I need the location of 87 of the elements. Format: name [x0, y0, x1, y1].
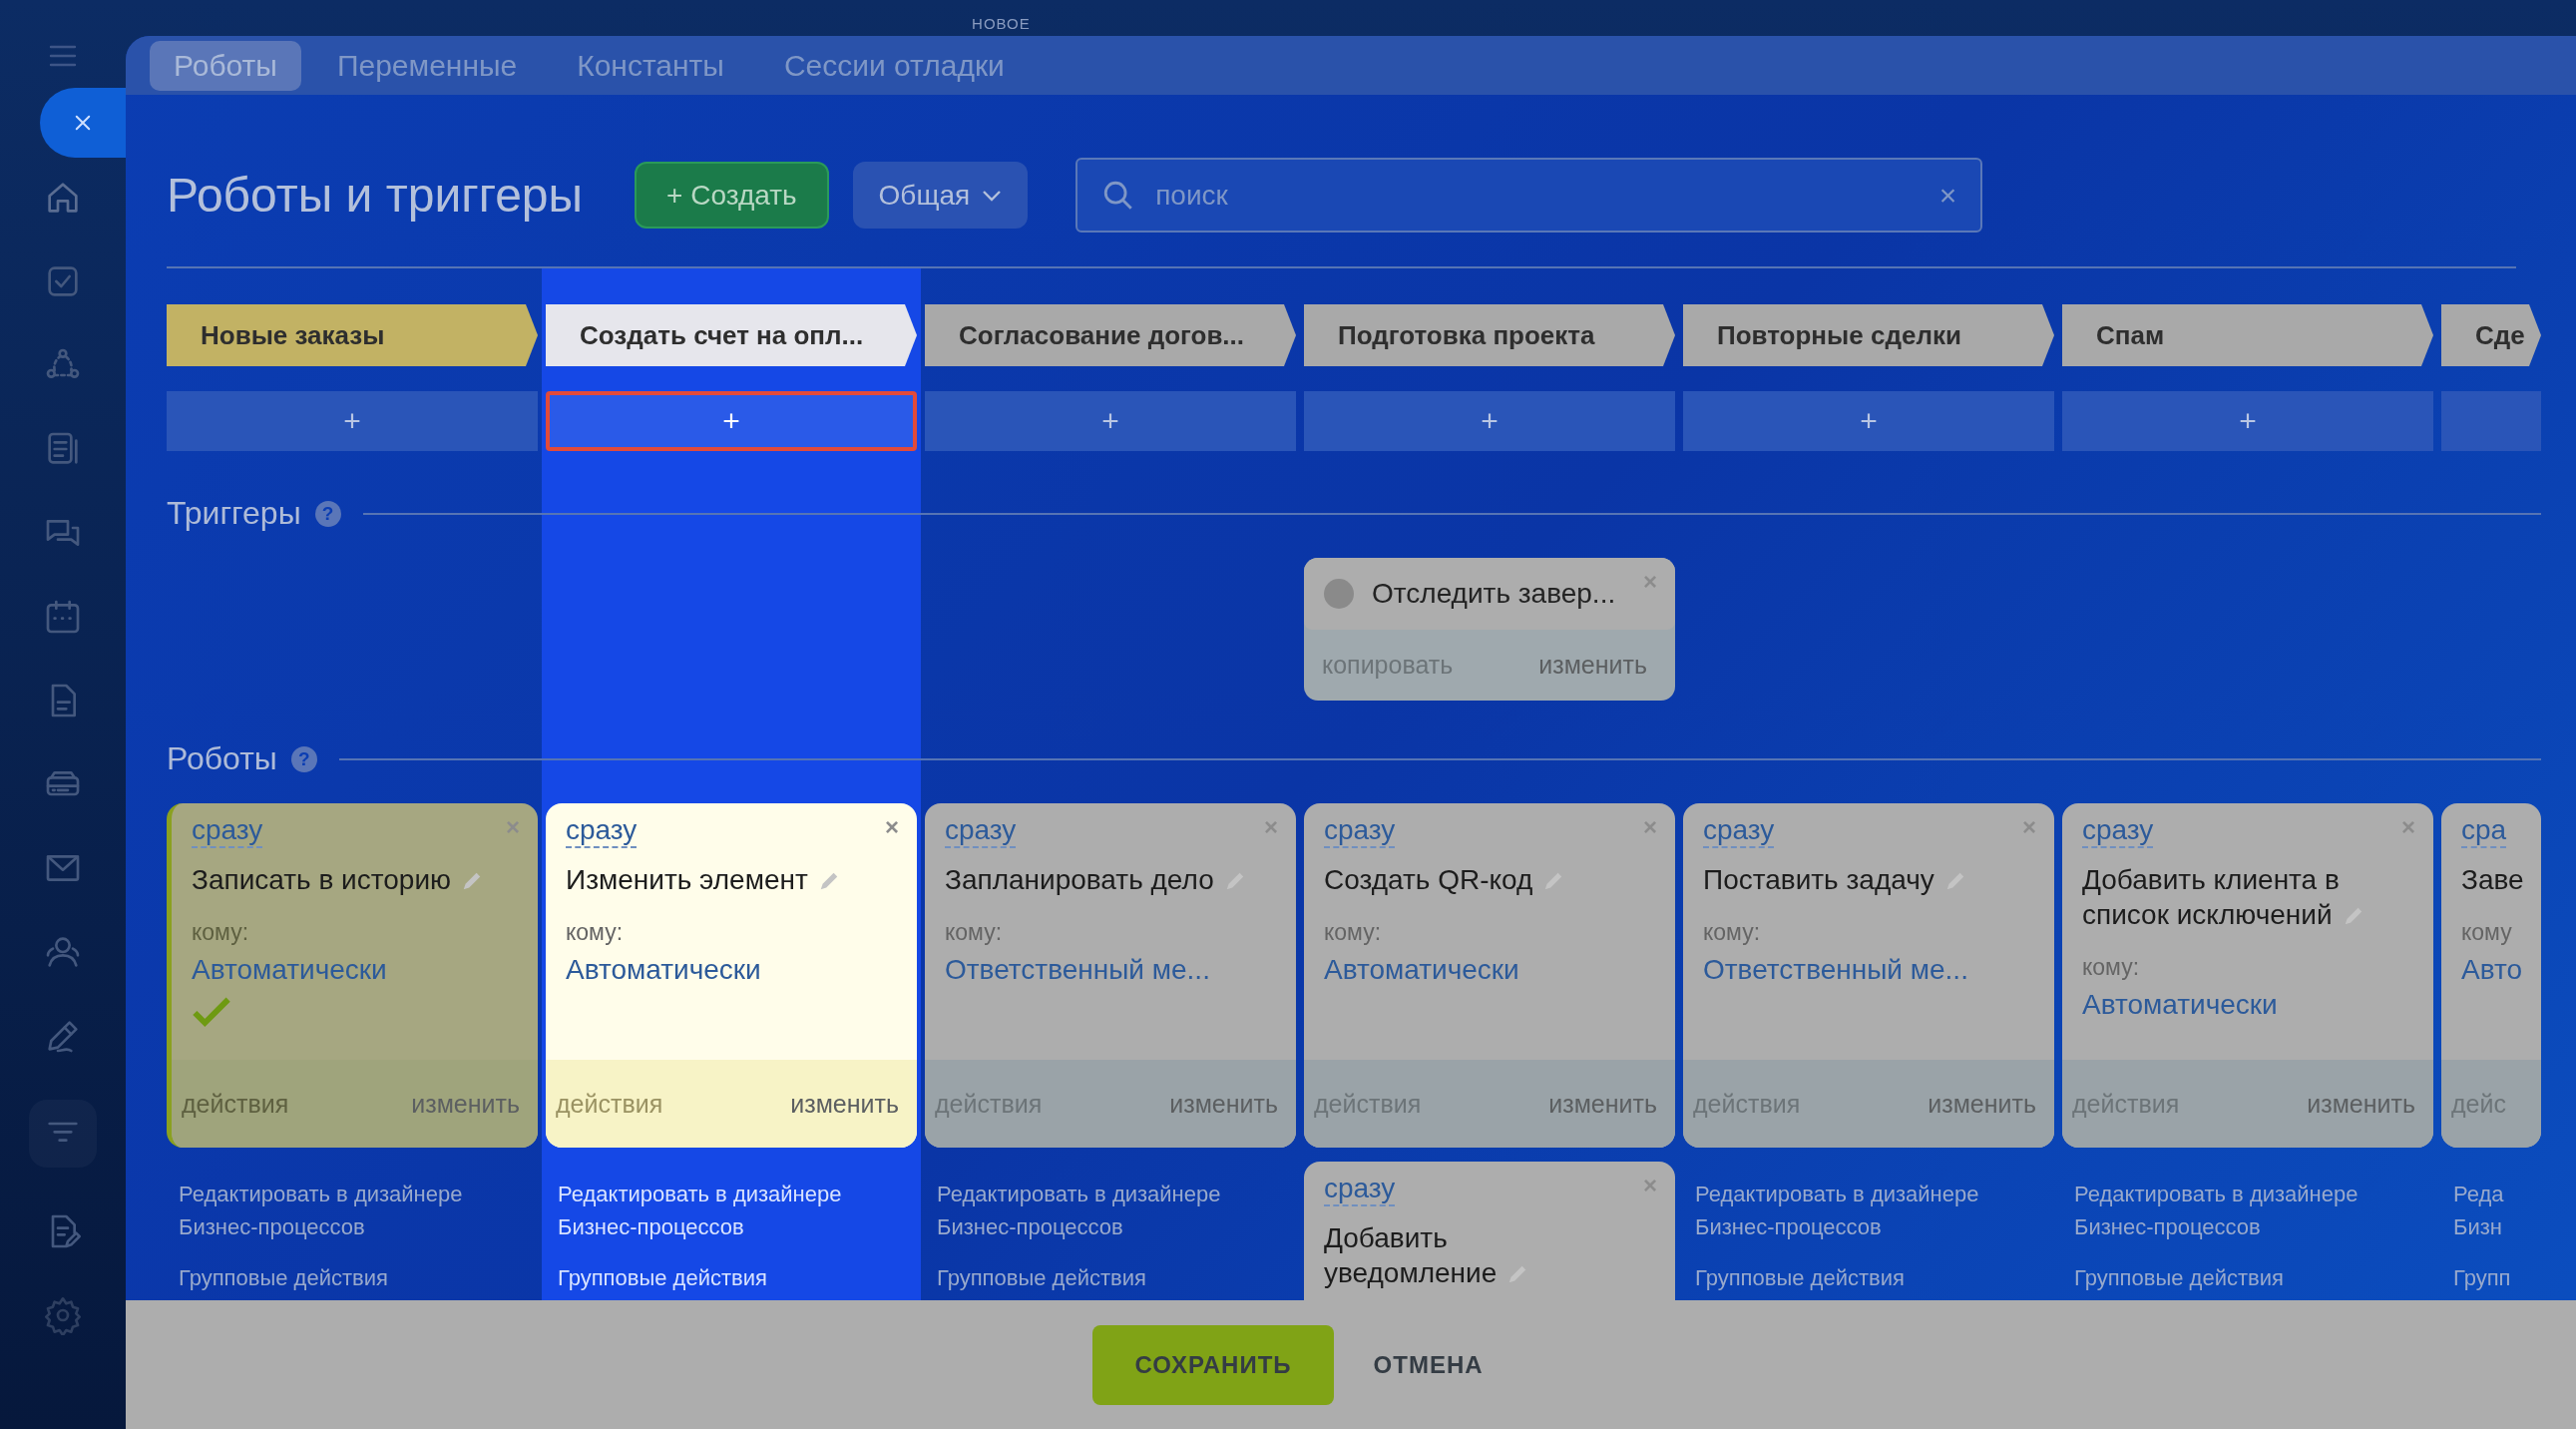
robot-title: Добавить клиента в список исключений [2082, 861, 2413, 932]
recipient-label: кому: [2082, 953, 2140, 981]
recipient-link[interactable]: Автоматически [1324, 953, 1519, 986]
recipient-label: кому: [945, 918, 1003, 946]
delay-link[interactable]: сразу [1324, 815, 1396, 848]
search-field[interactable]: поиск × [1075, 158, 1983, 233]
close-icon[interactable]: × [885, 813, 899, 841]
help-icon[interactable]: ? [290, 745, 317, 772]
robot-title: Запланировать дело [945, 861, 1276, 897]
add-robot-button[interactable]: + [1683, 391, 2054, 451]
trigger-title: Отследить завер... [1372, 578, 1616, 610]
add-robot-button[interactable]: + [1304, 391, 1675, 451]
edit-link[interactable]: изменить [2307, 1089, 2415, 1119]
group-actions-link[interactable]: Групповые действия [937, 1265, 1296, 1291]
close-button[interactable] [40, 88, 126, 158]
delay-link[interactable]: сразу [2082, 815, 2154, 848]
add-robot-button[interactable]: + [546, 391, 917, 451]
stage-header[interactable]: Создать счет на опл... [546, 304, 917, 366]
recipient-link[interactable]: Ответственный ме... [945, 953, 1210, 986]
robot-title: Заве [2461, 862, 2525, 897]
category-dropdown[interactable]: Общая [852, 162, 1029, 229]
group-actions-link[interactable]: Групп [2453, 1265, 2541, 1291]
add-robot-button[interactable]: + [167, 391, 538, 451]
tab[interactable]: Константы [553, 40, 748, 91]
delay-link[interactable]: сразу [192, 815, 263, 848]
delay-link[interactable]: сразу [945, 815, 1017, 848]
stage-header[interactable]: Повторные сделки [1683, 304, 2054, 366]
check-icon [192, 995, 231, 1030]
recipient-label: кому [2461, 918, 2512, 946]
gear-icon[interactable] [43, 1295, 83, 1335]
group-actions-link[interactable]: Групповые действия [179, 1265, 538, 1291]
stage-header[interactable]: Новые заказы [167, 304, 538, 366]
recipient-label: кому: [192, 918, 249, 946]
edit-link[interactable]: изменить [1548, 1089, 1657, 1119]
delay-link[interactable]: сра [2461, 815, 2507, 848]
stage-header[interactable]: Спам [2062, 304, 2433, 366]
edit-link[interactable]: изменить [411, 1089, 520, 1119]
designer-link[interactable]: Редактировать в дизайнере Бизнес-процессов [937, 1178, 1266, 1243]
tab[interactable]: Сессии отладки [759, 40, 1029, 91]
stage-header[interactable]: Подготовка проекта [1304, 304, 1675, 366]
clear-icon[interactable]: × [1938, 178, 1957, 213]
robot-title: Поставить задачу [1703, 861, 1996, 897]
recipient-link[interactable]: Авто [2461, 953, 2523, 986]
delay-link[interactable]: сразу [566, 815, 638, 848]
delay-link[interactable]: сразу [1324, 1174, 1396, 1206]
recipient-label: кому: [1324, 918, 1382, 946]
actions-link[interactable]: действия [182, 1089, 289, 1119]
recipient-link[interactable]: Автоматически [2082, 988, 2278, 1021]
new-label: НОВОЕ [972, 14, 1031, 32]
delay-link[interactable]: сразу [1703, 815, 1775, 848]
designer-link[interactable]: Редактировать в дизайнере Бизнес-процессов [2074, 1178, 2403, 1243]
stage-header[interactable]: Согласование догов... [925, 304, 1296, 366]
designer-link[interactable]: Редактировать в дизайнере Бизнес-процессов [179, 1178, 508, 1243]
add-robot-button[interactable]: + [2062, 391, 2433, 451]
recipient-label: кому: [566, 918, 624, 946]
actions-link[interactable]: действия [556, 1089, 663, 1119]
group-actions-link[interactable]: Групповые действия [558, 1265, 917, 1291]
edit-link[interactable]: изменить [1928, 1089, 2036, 1119]
chevron-down-icon [982, 188, 1003, 203]
help-icon[interactable]: ? [314, 500, 341, 527]
add-robot-button[interactable]: + [925, 391, 1296, 451]
recipient-link[interactable]: Ответственный ме... [1703, 953, 1968, 986]
recipient-label: кому: [1703, 918, 1761, 946]
group-actions-link[interactable]: Групповые действия [2074, 1265, 2433, 1291]
section-title: Триггеры [167, 495, 301, 532]
save-button[interactable]: СОХРАНИТЬ [1092, 1324, 1334, 1405]
edit-link[interactable]: изменить [1169, 1089, 1278, 1119]
stage-header[interactable]: Сде [2441, 304, 2541, 366]
designer-link[interactable]: Реда Бизн [2453, 1178, 2513, 1243]
robot-title: Изменить элемент [566, 861, 870, 897]
designer-link[interactable]: Редактировать в дизайнере Бизнес-процессов [558, 1178, 887, 1243]
designer-link[interactable]: Редактировать в дизайнере Бизнес-процессов [1695, 1178, 2024, 1243]
recipient-link[interactable]: Автоматически [566, 953, 761, 986]
edit-link[interactable]: изменить [1538, 651, 1647, 680]
create-button[interactable]: + Создать [635, 162, 829, 229]
robot-title: Добавить уведомление [1324, 1219, 1655, 1290]
group-actions-link[interactable]: Групповые действия [1695, 1265, 2054, 1291]
cancel-button[interactable]: ОТМЕНА [1347, 1324, 1509, 1405]
robot-title: Создать QR-код [1324, 861, 1595, 897]
trigger-icon [1324, 579, 1354, 609]
tab[interactable]: Роботы [150, 40, 301, 91]
section-title: Роботы [167, 740, 277, 777]
edit-link[interactable]: изменить [790, 1089, 899, 1119]
tab[interactable]: Переменные [312, 40, 542, 91]
page-title: Роботы и триггеры [167, 168, 584, 223]
robot-title: Записать в историю [192, 861, 514, 897]
recipient-link[interactable]: Автоматически [192, 953, 387, 986]
